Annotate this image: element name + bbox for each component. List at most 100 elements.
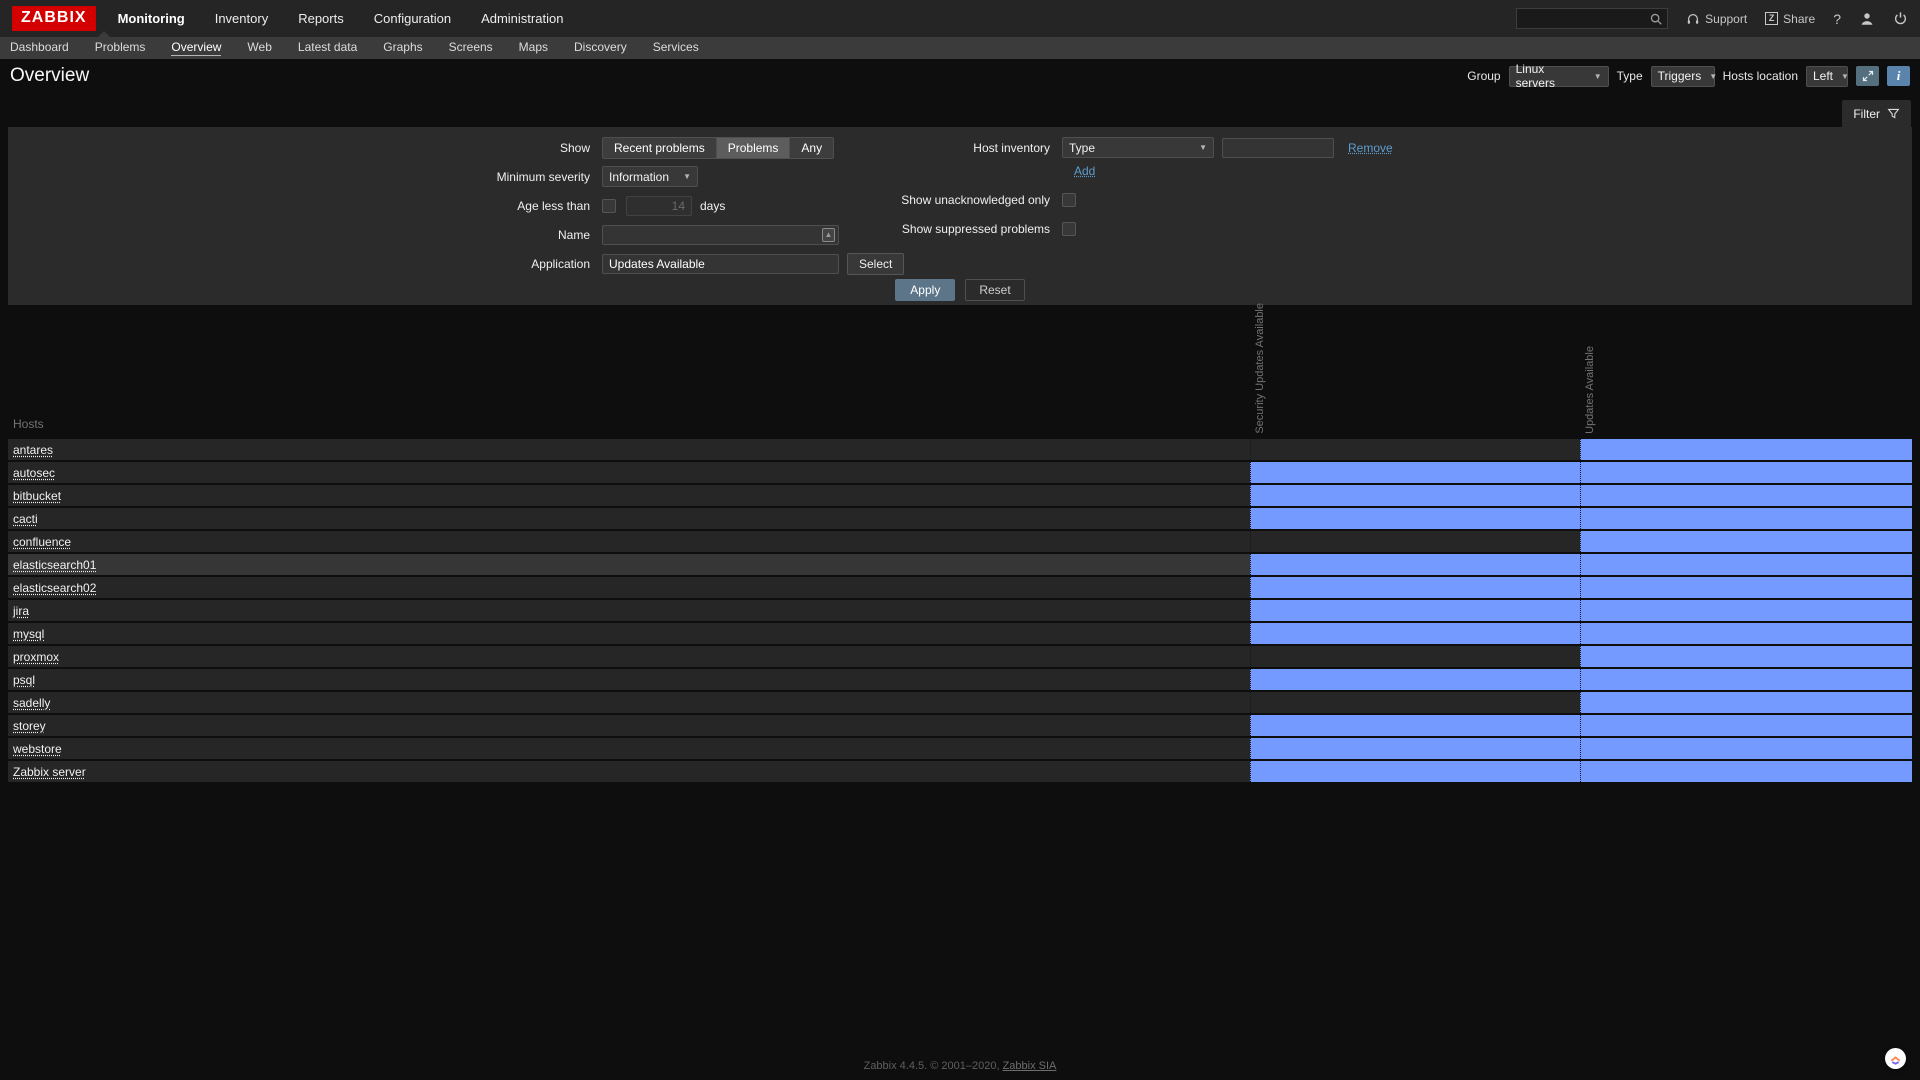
main-menu-monitoring[interactable]: Monitoring — [118, 11, 185, 26]
subnav-item-overview[interactable]: Overview — [171, 40, 221, 56]
table-row: elasticsearch02 — [8, 575, 1912, 598]
host-link[interactable]: confluence — [13, 535, 71, 549]
subnav-item-services[interactable]: Services — [653, 40, 699, 56]
trigger-cell-problem[interactable] — [1580, 508, 1912, 529]
host-link[interactable]: storey — [13, 719, 46, 733]
trigger-cell-problem[interactable] — [1580, 761, 1912, 782]
help-button[interactable]: ? — [1833, 11, 1841, 27]
trigger-cell-problem[interactable] — [1580, 554, 1912, 575]
show-option-problems[interactable]: Problems — [717, 138, 791, 158]
host-link[interactable]: cacti — [13, 512, 38, 526]
trigger-cell-problem[interactable] — [1580, 738, 1912, 759]
host-link[interactable]: elasticsearch01 — [13, 558, 96, 572]
min-severity-value: Information — [609, 170, 669, 184]
support-link[interactable]: Support — [1686, 12, 1747, 26]
host-cell: Zabbix server — [8, 761, 1250, 782]
application-select-button[interactable]: Select — [847, 253, 904, 275]
subnav-item-maps[interactable]: Maps — [519, 40, 548, 56]
host-link[interactable]: antares — [13, 443, 53, 457]
trigger-cell-problem[interactable] — [1580, 646, 1912, 667]
host-link[interactable]: elasticsearch02 — [13, 581, 96, 595]
trigger-cell-problem[interactable] — [1250, 738, 1580, 759]
trigger-cell-problem[interactable] — [1580, 669, 1912, 690]
clickup-extension-button[interactable] — [1885, 1048, 1906, 1069]
search-input[interactable] — [1517, 12, 1649, 26]
trigger-cell-problem[interactable] — [1250, 623, 1580, 644]
trigger-cell-problem[interactable] — [1250, 508, 1580, 529]
trigger-cell-problem[interactable] — [1250, 577, 1580, 598]
reset-button[interactable]: Reset — [965, 279, 1024, 301]
trigger-cell-problem[interactable] — [1250, 485, 1580, 506]
share-link[interactable]: Z Share — [1765, 12, 1815, 26]
host-inventory-remove-link[interactable]: Remove — [1348, 141, 1393, 155]
host-link[interactable]: mysql — [13, 627, 44, 641]
trigger-cell-problem[interactable] — [1580, 600, 1912, 621]
subnav-item-graphs[interactable]: Graphs — [383, 40, 422, 56]
trigger-cell-problem[interactable] — [1580, 462, 1912, 483]
chevron-down-icon: ▼ — [1594, 72, 1602, 81]
main-menu-inventory[interactable]: Inventory — [215, 11, 268, 26]
host-link[interactable]: webstore — [13, 742, 62, 756]
info-button[interactable]: i — [1887, 66, 1910, 86]
unacknowledged-checkbox[interactable] — [1062, 193, 1076, 207]
trigger-cell-problem[interactable] — [1580, 577, 1912, 598]
subnav-item-screens[interactable]: Screens — [449, 40, 493, 56]
trigger-cell-problem[interactable] — [1250, 761, 1580, 782]
host-inventory-add-link[interactable]: Add — [1074, 164, 1095, 178]
host-link[interactable]: proxmox — [13, 650, 59, 664]
fullscreen-button[interactable] — [1856, 66, 1879, 86]
share-label: Share — [1783, 12, 1815, 26]
host-inventory-label: Host inventory — [782, 141, 1062, 155]
table-row: antares — [8, 437, 1912, 460]
trigger-cell-problem[interactable] — [1250, 462, 1580, 483]
hosts-location-select[interactable]: Left ▼ — [1806, 66, 1848, 87]
trigger-cell-problem[interactable] — [1250, 715, 1580, 736]
chevron-down-icon: ▼ — [683, 172, 691, 181]
subnav-item-problems[interactable]: Problems — [95, 40, 146, 56]
application-input[interactable] — [602, 254, 839, 274]
trigger-cell-problem[interactable] — [1250, 669, 1580, 690]
trigger-cell-problem[interactable] — [1580, 439, 1912, 460]
min-severity-select[interactable]: Information ▼ — [602, 166, 698, 187]
host-link[interactable]: Zabbix server — [13, 765, 86, 779]
show-option-recent-problems[interactable]: Recent problems — [603, 138, 717, 158]
host-link[interactable]: psql — [13, 673, 35, 687]
filter-tab[interactable]: Filter — [1842, 100, 1911, 127]
host-link[interactable]: jira — [13, 604, 29, 618]
trigger-cell-problem[interactable] — [1580, 531, 1912, 552]
age-checkbox[interactable] — [602, 199, 616, 213]
age-days-input[interactable] — [626, 196, 692, 216]
subnav-item-web[interactable]: Web — [247, 40, 271, 56]
logout-power-icon[interactable] — [1893, 11, 1908, 26]
trigger-cell-problem[interactable] — [1580, 623, 1912, 644]
application-label: Application — [8, 257, 602, 271]
search-icon[interactable] — [1649, 12, 1663, 26]
host-inventory-field-select[interactable]: Type ▼ — [1062, 137, 1214, 158]
main-menu: Monitoring Inventory Reports Configuration A… — [118, 11, 564, 26]
apply-button[interactable]: Apply — [895, 279, 955, 301]
trigger-cell-problem[interactable] — [1580, 485, 1912, 506]
main-menu-reports[interactable]: Reports — [298, 11, 344, 26]
host-cell: bitbucket — [8, 485, 1250, 506]
host-cell: sadelly — [8, 692, 1250, 713]
main-menu-configuration[interactable]: Configuration — [374, 11, 451, 26]
subnav-item-dashboard[interactable]: Dashboard — [10, 40, 69, 56]
host-link[interactable]: bitbucket — [13, 489, 61, 503]
trigger-cell-problem[interactable] — [1250, 600, 1580, 621]
group-select[interactable]: Linux servers ▼ — [1509, 66, 1609, 87]
type-select[interactable]: Triggers ▼ — [1651, 66, 1715, 87]
subnav-item-discovery[interactable]: Discovery — [574, 40, 627, 56]
trigger-cell-problem[interactable] — [1580, 692, 1912, 713]
zabbix-logo[interactable]: ZABBIX — [12, 6, 96, 31]
host-link[interactable]: sadelly — [13, 696, 50, 710]
table-row: elasticsearch01 — [8, 552, 1912, 575]
host-link[interactable]: autosec — [13, 466, 55, 480]
trigger-cell-problem[interactable] — [1580, 715, 1912, 736]
trigger-cell-problem[interactable] — [1250, 554, 1580, 575]
host-inventory-value-input[interactable] — [1222, 138, 1334, 158]
suppressed-checkbox[interactable] — [1062, 222, 1076, 236]
footer-zabbix-sia-link[interactable]: Zabbix SIA — [1003, 1060, 1057, 1072]
subnav-item-latest-data[interactable]: Latest data — [298, 40, 357, 56]
main-menu-administration[interactable]: Administration — [481, 11, 563, 26]
user-profile-icon[interactable] — [1859, 11, 1875, 27]
